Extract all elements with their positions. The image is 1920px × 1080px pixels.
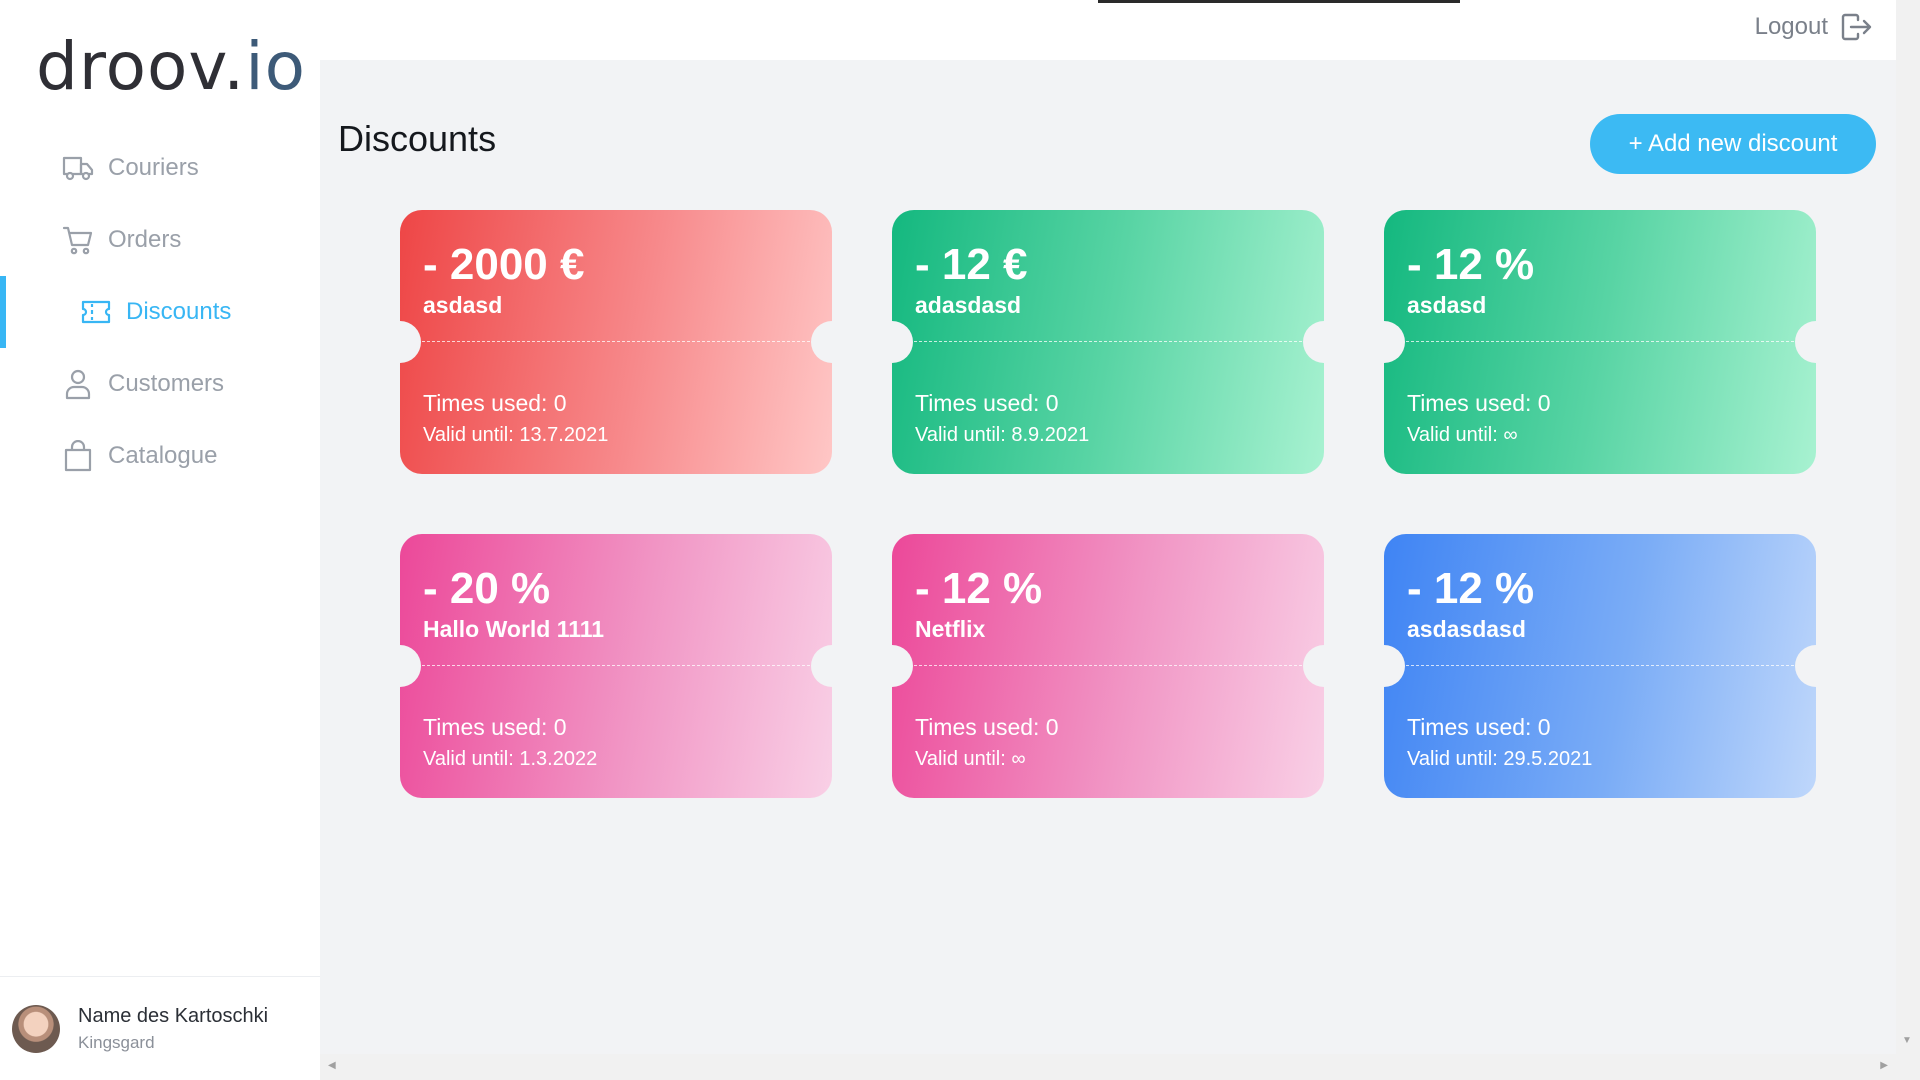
discount-name: Hallo World 1111: [423, 616, 605, 642]
bag-icon: [62, 440, 94, 472]
card-notch: [811, 645, 832, 687]
user-profile[interactable]: Name des Kartoschki Kingsgard: [0, 976, 320, 1080]
discount-amount: - 20 %: [423, 564, 551, 613]
sidebar-item-discounts[interactable]: Discounts: [0, 276, 320, 348]
discount-times-used: Times used: 0: [915, 390, 1059, 416]
card-notch: [1795, 321, 1816, 363]
card-notch: [892, 321, 913, 363]
discount-amount: - 12 %: [915, 564, 1043, 613]
discount-name: Netflix: [915, 616, 986, 642]
discount-times-used: Times used: 0: [423, 714, 567, 740]
top-bar: Logout: [320, 0, 1896, 60]
discount-valid-until: Valid until: 1.3.2022: [423, 748, 598, 770]
avatar: [12, 1004, 60, 1053]
horizontal-scrollbar[interactable]: ◀ ▶: [320, 1054, 1896, 1080]
card-notch: [811, 321, 832, 363]
logo-text-main: droov.: [36, 28, 246, 105]
discount-card[interactable]: - 12 % asdasdasd Times used: 0 Valid unt…: [1384, 534, 1816, 798]
card-notch: [1384, 321, 1405, 363]
logout-button[interactable]: Logout: [1755, 12, 1872, 42]
card-notch: [1303, 321, 1324, 363]
discount-valid-until: Valid until: ∞: [1407, 424, 1518, 446]
discount-card[interactable]: - 12 % Netflix Times used: 0 Valid until…: [892, 534, 1324, 798]
card-divider: [422, 665, 810, 666]
truck-icon: [62, 152, 94, 184]
discount-valid-until: Valid until: 13.7.2021: [423, 424, 609, 446]
user-info: Name des Kartoschki Kingsgard: [78, 1005, 268, 1053]
discount-times-used: Times used: 0: [423, 390, 567, 416]
logout-label: Logout: [1754, 13, 1828, 40]
vertical-scrollbar[interactable]: ▼: [1896, 0, 1920, 1080]
discount-name: asdasdasd: [1407, 616, 1526, 642]
ticket-icon: [80, 296, 112, 328]
scroll-right-icon[interactable]: ▶: [1880, 1060, 1888, 1071]
card-divider: [1406, 341, 1794, 342]
person-icon: [62, 368, 94, 400]
logout-icon: [1840, 12, 1872, 42]
discount-card[interactable]: - 2000 € asdasd Times used: 0 Valid unti…: [400, 210, 832, 474]
discount-valid-until: Valid until: ∞: [915, 748, 1026, 770]
scrollbar-thumb[interactable]: [1900, 8, 1914, 1032]
card-notch: [1795, 645, 1816, 687]
sidebar-item-label: Discounts: [126, 298, 232, 325]
card-divider: [422, 341, 810, 342]
sidebar-item-label: Orders: [108, 226, 182, 253]
discount-name: adasdasd: [915, 292, 1022, 318]
card-notch: [1303, 645, 1324, 687]
sidebar: droov.io Couriers Orders Discounts Custo…: [0, 0, 320, 1080]
card-notch: [892, 645, 913, 687]
sidebar-item-orders[interactable]: Orders: [0, 204, 320, 276]
discount-card[interactable]: - 12 € adasdasd Times used: 0 Valid unti…: [892, 210, 1324, 474]
discount-amount: - 2000 €: [423, 240, 585, 289]
sidebar-item-label: Catalogue: [108, 442, 218, 469]
top-progress-line: [1098, 0, 1460, 3]
discount-times-used: Times used: 0: [1407, 390, 1551, 416]
card-divider: [1406, 665, 1794, 666]
sidebar-nav: Couriers Orders Discounts Customers Cata…: [0, 132, 320, 492]
scroll-left-icon[interactable]: ◀: [328, 1060, 336, 1071]
card-notch: [400, 321, 421, 363]
discount-times-used: Times used: 0: [915, 714, 1059, 740]
sidebar-item-couriers[interactable]: Couriers: [0, 132, 320, 204]
cart-icon: [62, 224, 94, 256]
scroll-down-icon[interactable]: ▼: [1902, 1035, 1912, 1046]
discount-card[interactable]: - 12 % asdasd Times used: 0 Valid until:…: [1384, 210, 1816, 474]
discount-amount: - 12 €: [915, 240, 1028, 289]
discount-amount: - 12 %: [1407, 240, 1535, 289]
logo-text-suffix: io: [245, 28, 306, 105]
discount-valid-until: Valid until: 8.9.2021: [915, 424, 1090, 446]
discount-amount: - 12 %: [1407, 564, 1535, 613]
user-company: Kingsgard: [78, 1032, 155, 1052]
user-name: Name des Kartoschki: [78, 1004, 269, 1027]
discount-name: asdasd: [1407, 292, 1487, 318]
discount-name: asdasd: [423, 292, 503, 318]
card-notch: [400, 645, 421, 687]
card-divider: [914, 341, 1302, 342]
page-title: Discounts: [338, 118, 497, 159]
card-divider: [914, 665, 1302, 666]
sidebar-item-label: Customers: [108, 370, 225, 397]
sidebar-item-catalogue[interactable]: Catalogue: [0, 420, 320, 492]
discount-card[interactable]: - 20 % Hallo World 1111 Times used: 0 Va…: [400, 534, 832, 798]
discount-times-used: Times used: 0: [1407, 714, 1551, 740]
sidebar-item-customers[interactable]: Customers: [0, 348, 320, 420]
discount-valid-until: Valid until: 29.5.2021: [1407, 748, 1593, 770]
sidebar-item-label: Couriers: [108, 154, 199, 181]
add-discount-button[interactable]: + Add new discount: [1590, 114, 1876, 174]
card-notch: [1384, 645, 1405, 687]
logo[interactable]: droov.io: [36, 28, 306, 105]
